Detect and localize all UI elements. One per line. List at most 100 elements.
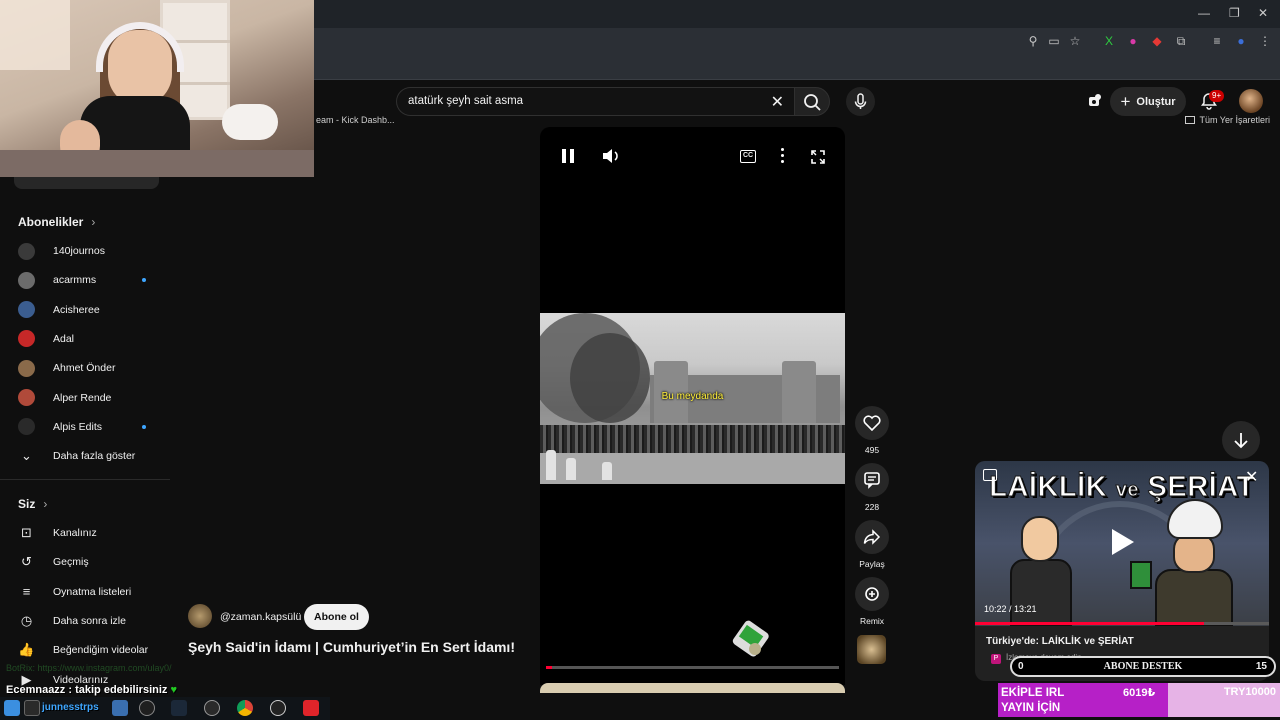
sidebar-you-item[interactable]: ⊡ Kanalınız (18, 521, 158, 545)
bookmark-star-icon[interactable]: ☆ (1068, 34, 1082, 48)
chat-message-faded: BotRix: https://www.instagram.com/ulay0/ (6, 663, 172, 673)
sidebar-subscription[interactable]: 140journos (18, 239, 158, 263)
sidebar-subscription[interactable]: acarmms (18, 268, 158, 292)
extensions-puzzle-icon[interactable]: ⧉ (1174, 34, 1188, 48)
extension-icon[interactable]: ● (1126, 34, 1140, 48)
sidebar-subscription[interactable]: Adal (18, 327, 158, 351)
volume-icon[interactable] (602, 148, 622, 164)
mini-player-progress-fill (975, 622, 1205, 625)
sidebar-item-shorts[interactable] (14, 177, 159, 189)
channel-avatar-icon (18, 330, 35, 348)
all-bookmarks[interactable]: Tüm Yer İşaretleri (1185, 115, 1270, 125)
sparkle-icon[interactable] (1086, 93, 1102, 109)
green-heart-icon: ♥ (170, 684, 177, 696)
sidebar-subscriptions-header[interactable]: Abonelikler › (18, 215, 95, 229)
restore-icon[interactable]: ❐ (1229, 6, 1240, 20)
search-taskbar-icon[interactable] (24, 700, 40, 716)
donation-goal-amount: 6019₺ (1123, 687, 1156, 699)
app-icon[interactable] (204, 700, 220, 716)
browser-menu-icon[interactable]: ⋮ (1258, 34, 1272, 48)
like-button[interactable]: 495 (854, 406, 890, 455)
playlist-icon: P (991, 654, 1001, 664)
close-window-icon[interactable]: ✕ (1258, 6, 1268, 20)
comments-button[interactable]: 228 (854, 463, 890, 512)
channel-name[interactable]: @zaman.kapsülü (220, 611, 301, 623)
next-short-preview[interactable] (540, 683, 845, 693)
sidebar-you-item[interactable]: ↺ Geçmiş (18, 550, 158, 574)
zoom-icon[interactable]: ⚲ (1026, 34, 1040, 48)
mini-player-time: 10:22 / 13:21 (984, 604, 1037, 614)
mini-player-video[interactable]: LAİKLİK ve ŞERİAT ✕ 10:22 / 13:21 (975, 461, 1269, 626)
start-icon[interactable] (4, 700, 20, 716)
search-input[interactable]: atatürk şeyh sait asma ✕ (396, 87, 794, 116)
sidebar-you-item[interactable]: ≡ Oynatma listeleri (18, 580, 158, 604)
sound-thumbnail[interactable] (857, 635, 886, 664)
recording-app-icon[interactable] (303, 700, 319, 716)
video-progress-bar[interactable] (546, 666, 839, 669)
fullscreen-icon[interactable] (810, 149, 826, 165)
heart-icon (863, 415, 881, 431)
history-icon: ↺ (21, 554, 32, 570)
show-more-label: Daha fazla göster (53, 450, 136, 462)
cast-icon[interactable]: ▭ (1047, 34, 1061, 48)
clear-search-icon[interactable]: ✕ (771, 92, 784, 112)
more-options-icon[interactable] (781, 148, 785, 164)
create-label: Oluştur (1136, 95, 1176, 108)
new-content-dot (142, 278, 146, 283)
donation-goal-line1: EKİPLE IRL (1001, 687, 1065, 699)
microphone-icon (854, 93, 867, 109)
sidebar-subscription[interactable]: Alpis Edits (18, 415, 158, 439)
obs-icon[interactable] (270, 700, 286, 716)
sidebar-show-more[interactable]: ⌄ Daha fazla göster (18, 444, 158, 468)
account-avatar[interactable] (1239, 89, 1263, 113)
create-button[interactable]: + Oluştur (1110, 87, 1186, 116)
headline-ve: ve (1115, 479, 1139, 502)
play-icon[interactable] (1112, 529, 1134, 555)
chevron-right-icon: › (91, 215, 96, 229)
captions-icon[interactable]: CC (740, 150, 756, 163)
bookmark-kick-dashboard[interactable]: eam - Kick Dashb... (316, 115, 395, 125)
sidebar-you-label: Geçmiş (53, 556, 89, 569)
subscription-name: Ahmet Önder (53, 362, 116, 375)
sidebar-you-header[interactable]: Siz › (18, 497, 47, 511)
short-title[interactable]: Şeyh Said'in İdamı | Cumhuriyet’in En Se… (188, 639, 515, 655)
sidebar-you-item[interactable]: 👍 Beğendiğim videolar (18, 638, 158, 662)
sidebar-you-label: Oynatma listeleri (53, 585, 132, 598)
extension-x-icon[interactable]: X (1102, 34, 1116, 48)
share-button[interactable]: Paylaş (854, 520, 890, 569)
file-explorer-icon[interactable] (112, 700, 128, 716)
media-control-icon[interactable]: ≡ (1210, 34, 1224, 48)
search-button[interactable] (794, 87, 830, 116)
subscription-name: acarmms (53, 274, 97, 287)
sidebar-subscription[interactable]: Acisheree (18, 298, 158, 322)
close-icon[interactable]: ✕ (1245, 467, 1258, 487)
sidebar-subscription[interactable]: Alper Rende (18, 386, 158, 410)
mini-player-headline: LAİKLİK ve ŞERİAT (975, 471, 1269, 504)
subscriber-goal-label: ABONE DESTEK (1103, 661, 1183, 672)
sidebar-you-label: Beğendiğim videolar (53, 644, 149, 657)
chat-message: Ecemnaazz : takip edebilirsiniz ♥ (6, 684, 177, 696)
pause-icon[interactable] (562, 149, 576, 164)
next-short-button[interactable] (1222, 421, 1260, 459)
channel-avatar[interactable] (188, 604, 212, 628)
remix-button[interactable]: Remix (854, 577, 890, 626)
voice-search-button[interactable] (846, 87, 875, 116)
mini-player-progress[interactable] (975, 622, 1269, 625)
subscriptions-title: Abonelikler (18, 215, 84, 229)
subscriber-goal-bar: ABONE DESTEK 0 15 (1010, 656, 1276, 677)
sidebar-you-label: Kanalınız (53, 527, 97, 539)
subscribe-button[interactable]: Abone ol (304, 604, 369, 630)
extension-red-icon[interactable]: ◆ (1150, 34, 1164, 48)
profile-icon[interactable]: ● (1234, 34, 1248, 48)
minimize-icon[interactable]: — (1198, 6, 1210, 20)
chrome-icon[interactable] (237, 700, 253, 716)
steam-icon[interactable] (171, 700, 187, 716)
settings-gear-icon[interactable] (139, 700, 155, 716)
expand-icon[interactable] (983, 469, 997, 481)
subscription-name: Acisheree (53, 303, 100, 316)
sidebar-you-item[interactable]: ◷ Daha sonra izle (18, 609, 158, 633)
mini-player[interactable]: LAİKLİK ve ŞERİAT ✕ 10:22 / 13:21 Türkiy… (975, 461, 1269, 681)
sidebar-subscription[interactable]: Ahmet Önder (18, 356, 158, 380)
shorts-player[interactable]: CC Bu meydanda (540, 127, 845, 685)
mini-player-title[interactable]: Türkiye'de: LAİKLİK ve ŞERİAT (986, 636, 1134, 647)
